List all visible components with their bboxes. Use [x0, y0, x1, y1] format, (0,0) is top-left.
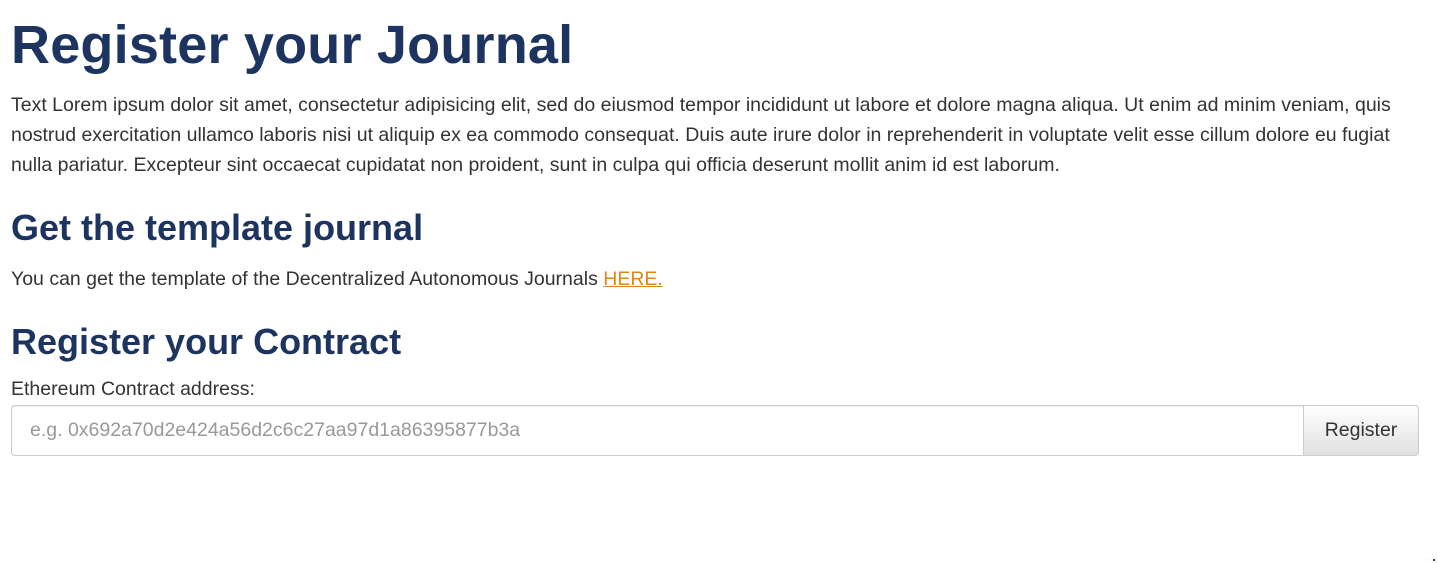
contract-address-label: Ethereum Contract address: — [11, 378, 255, 400]
page: Register your Journal Text Lorem ipsum d… — [0, 0, 1437, 563]
register-button[interactable]: Register — [1303, 405, 1419, 456]
contract-input-group: Register — [11, 405, 1419, 456]
template-paragraph: You can get the template of the Decentra… — [11, 264, 1419, 294]
contract-heading: Register your Contract — [11, 321, 402, 362]
template-heading: Get the template journal — [11, 207, 424, 248]
corner-dot — [1433, 559, 1435, 561]
template-text: You can get the template of the Decentra… — [11, 268, 604, 290]
contract-address-input[interactable] — [11, 405, 1303, 456]
page-title: Register your Journal — [11, 15, 574, 75]
template-link[interactable]: HERE. — [603, 268, 663, 290]
intro-text: Text Lorem ipsum dolor sit amet, consect… — [11, 94, 1391, 176]
